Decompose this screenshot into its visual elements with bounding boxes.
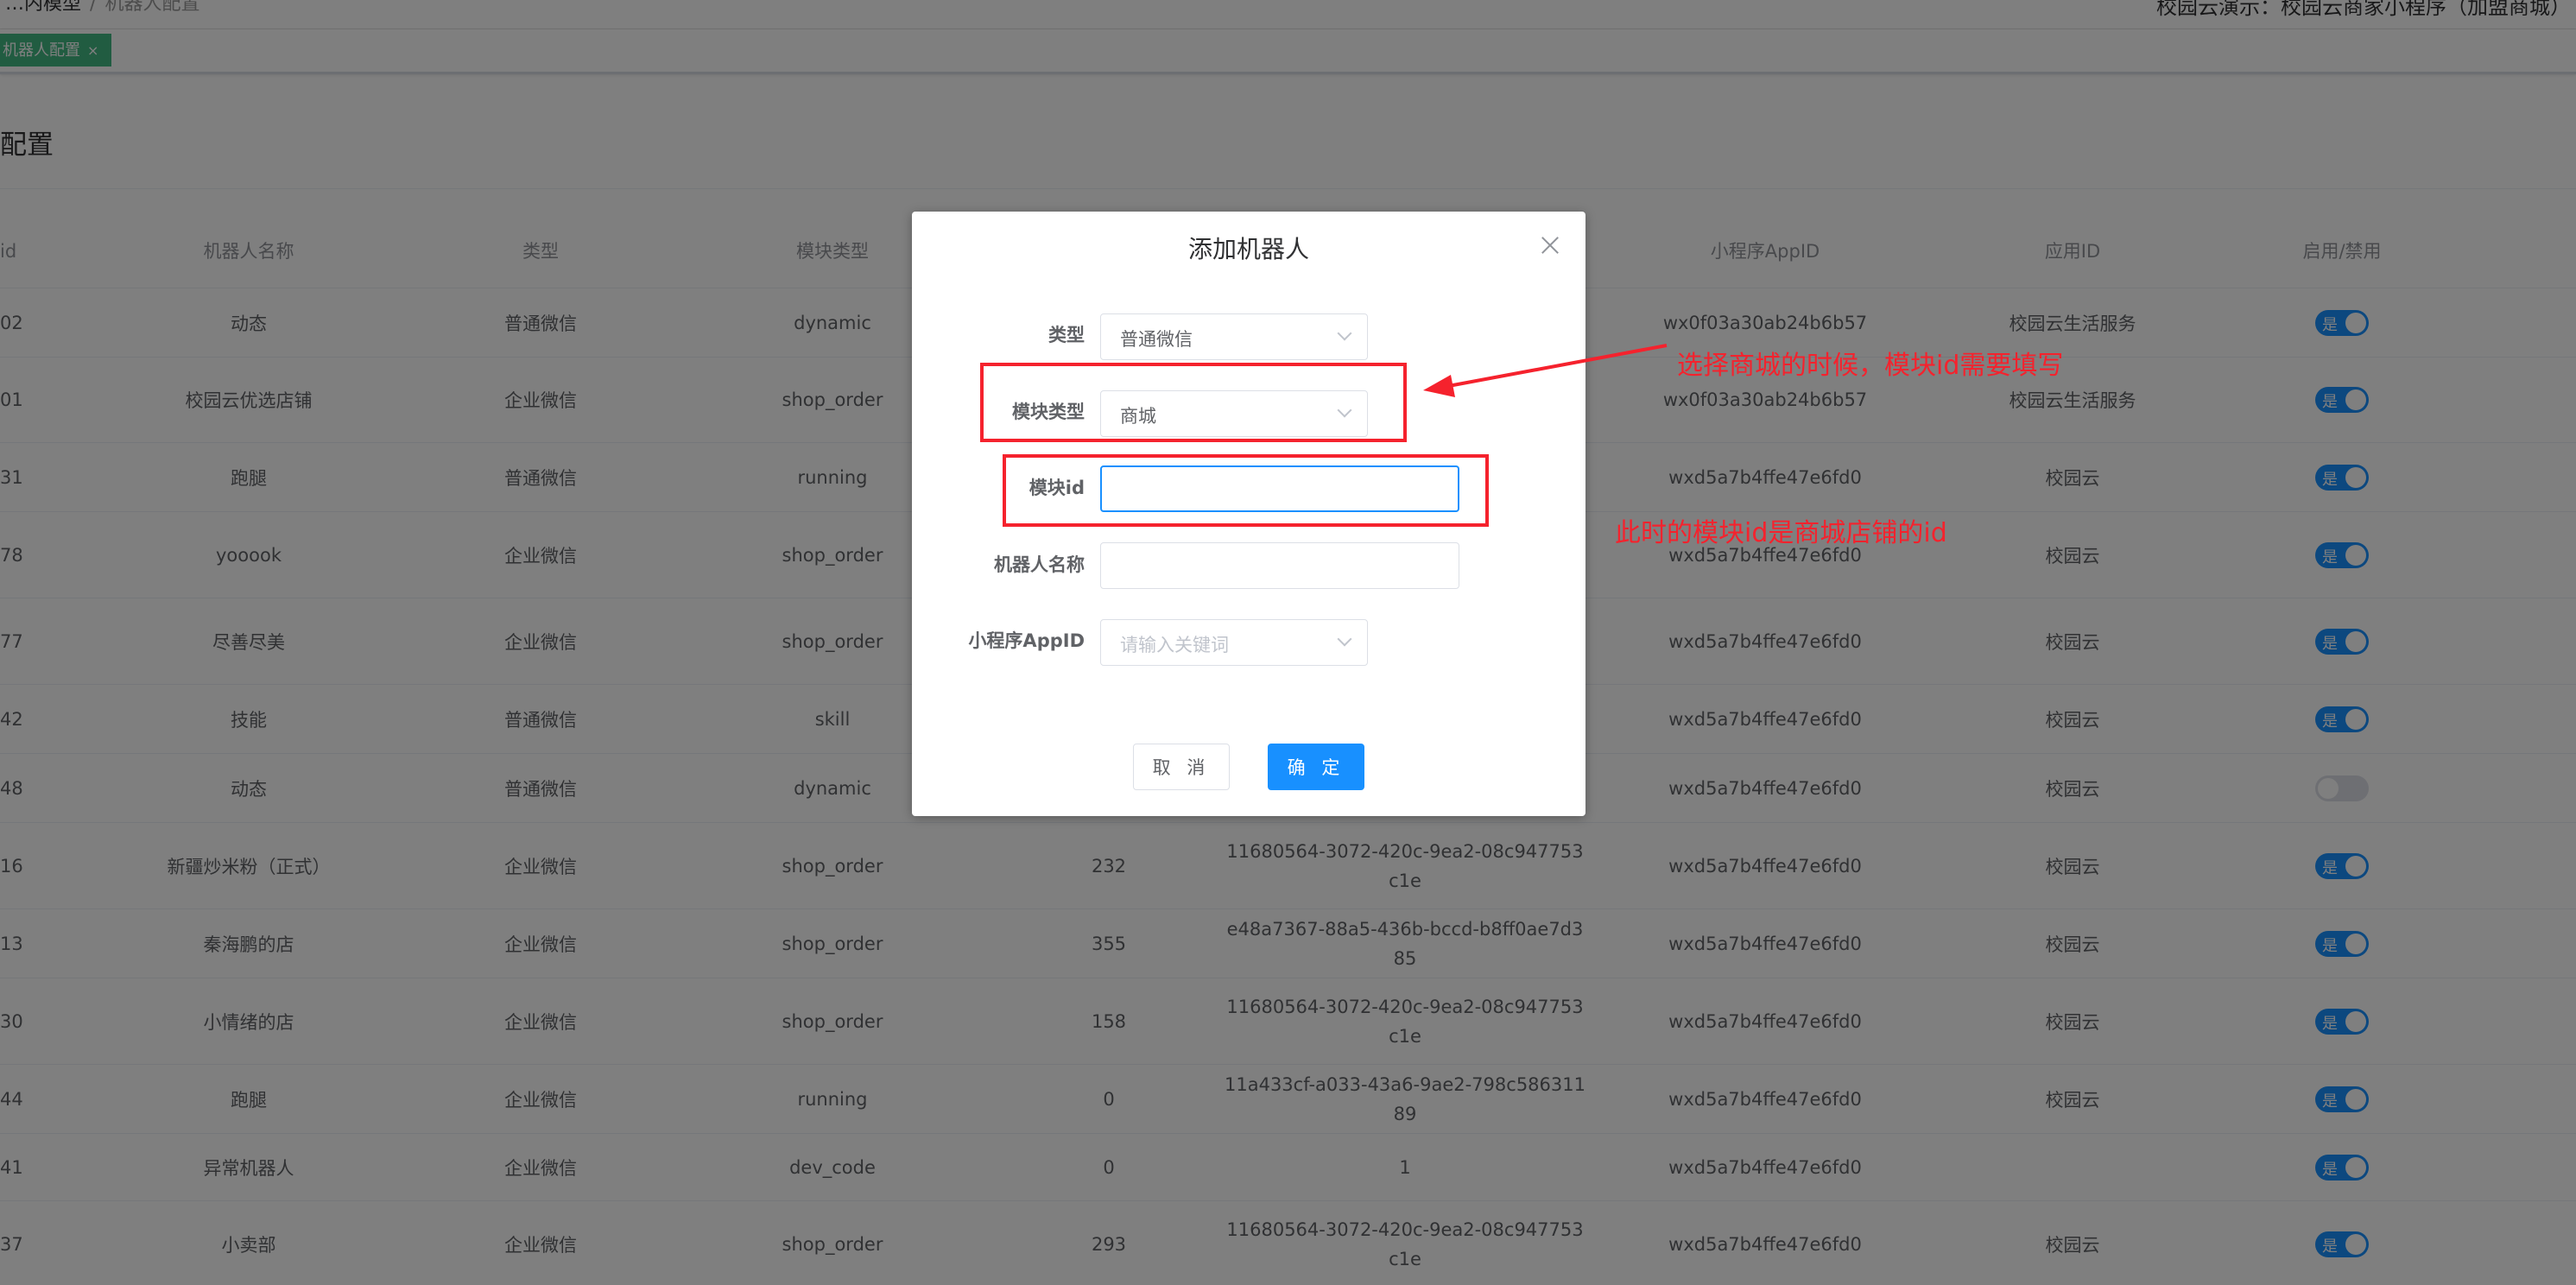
confirm-button[interactable]: 确 定 [1268, 744, 1364, 790]
chevron-down-icon [1337, 326, 1352, 341]
type-select-value: 普通微信 [1120, 329, 1193, 350]
robot-name-label: 机器人名称 [994, 554, 1085, 575]
type-select[interactable]: 普通微信 [1100, 313, 1368, 360]
robot-name-input[interactable] [1100, 542, 1459, 589]
chevron-down-icon [1337, 631, 1352, 647]
annotation-note-module-type: 选择商城的时候，模块id需要填写 [1677, 351, 2064, 381]
annotation-box-module-id [1003, 454, 1489, 527]
appid-label: 小程序AppID [968, 630, 1085, 651]
appid-select[interactable]: 请输入关键词 [1100, 619, 1368, 666]
dialog-title: 添加机器人 [1187, 235, 1309, 263]
appid-select-placeholder: 请输入关键词 [1120, 635, 1229, 655]
close-icon[interactable] [1539, 234, 1561, 256]
type-label: 类型 [1048, 325, 1085, 345]
annotation-note-module-id: 此时的模块id是商城店铺的id [1615, 518, 1947, 548]
annotation-box-module-type [980, 363, 1407, 442]
cancel-button[interactable]: 取 消 [1133, 744, 1230, 790]
